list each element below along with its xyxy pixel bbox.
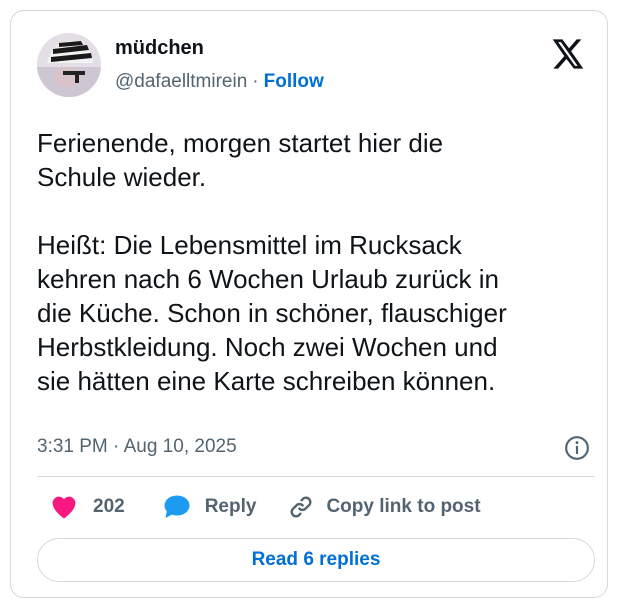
action-bar: 202 Reply Copy link to post xyxy=(37,491,481,523)
tweet-card: müdchen @dafaelltmirein · Follow Ferienend… xyxy=(10,10,608,598)
copy-link-button[interactable]: Copy link to post xyxy=(288,494,481,520)
reply-label: Reply xyxy=(204,496,257,517)
copy-link-label: Copy link to post xyxy=(326,496,481,517)
speech-bubble-icon xyxy=(164,495,190,518)
author-handle[interactable]: @dafaelltmirein xyxy=(115,71,247,92)
like-button[interactable]: 202 xyxy=(51,495,125,519)
tweet-text: Ferienende, morgen startet hier die Schu… xyxy=(37,128,507,396)
reply-button[interactable]: Reply xyxy=(163,494,257,520)
tweet-timestamp[interactable]: 3:31 PM · Aug 10, 2025 xyxy=(37,436,237,458)
divider xyxy=(37,476,595,477)
info-icon[interactable] xyxy=(564,435,590,461)
link-icon xyxy=(290,496,312,518)
x-logo-icon[interactable] xyxy=(551,38,585,70)
avatar[interactable] xyxy=(37,33,101,97)
handle-separator: · xyxy=(252,71,259,92)
read-replies-button[interactable]: Read 6 replies xyxy=(37,538,595,582)
like-count: 202 xyxy=(93,496,125,517)
heart-icon xyxy=(52,496,76,519)
author-handle-row: @dafaelltmirein · Follow xyxy=(115,71,324,93)
avatar-image xyxy=(37,33,101,97)
follow-button[interactable]: Follow xyxy=(264,71,324,92)
author-display-name[interactable]: müdchen xyxy=(115,37,204,60)
